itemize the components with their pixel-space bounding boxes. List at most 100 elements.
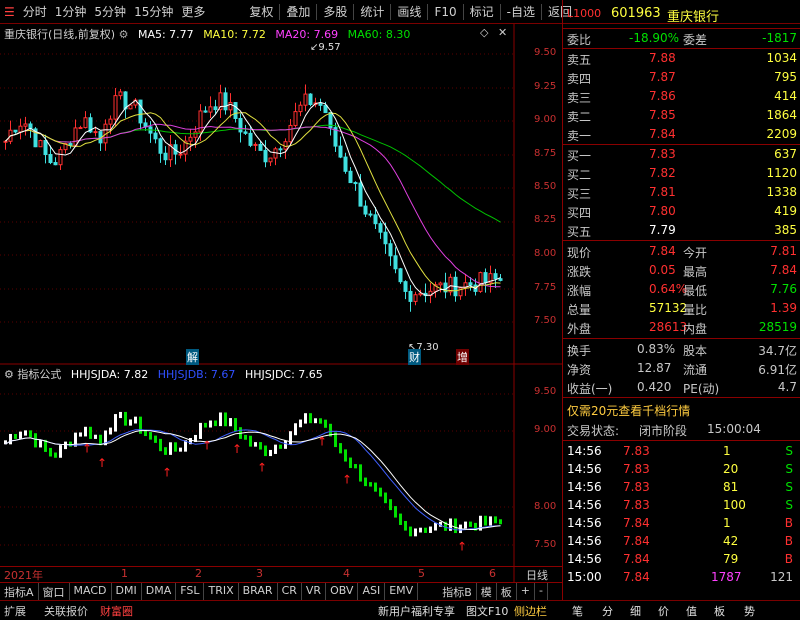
bottom-icon-fen[interactable]: 分 [602, 603, 613, 619]
stock-code: 601963 [611, 6, 661, 21]
indicator-bar [394, 506, 397, 518]
tab-spacer [418, 583, 438, 600]
candle-body [398, 268, 403, 283]
fund-row: 收益(一) 0.420 PE(动) 4.7 [563, 378, 800, 397]
tab-indicator-b[interactable]: 指标B [438, 583, 477, 600]
tab-brar[interactable]: BRAR [239, 583, 278, 600]
fund-label: PE(动) [683, 382, 720, 396]
candle-body [253, 143, 258, 146]
price-tick: 9.50 [534, 47, 557, 58]
indicator-bar [489, 516, 492, 526]
chart-option-icon[interactable]: ◇ [480, 26, 488, 39]
tab-board[interactable]: 板 [497, 583, 517, 600]
tab-obv[interactable]: OBV [326, 583, 359, 600]
bottom-bar: 扩展 关联报价 财富圈 新用户福利专享 图文F10 侧边栏 笔 分 细 价 值 … [0, 600, 800, 620]
tab-template[interactable]: 模 [477, 583, 497, 600]
expand-button[interactable]: 扩展 [4, 603, 26, 619]
bottom-icon-ban[interactable]: 板 [714, 603, 725, 619]
tab-vr[interactable]: VR [302, 583, 327, 600]
indicator-bar [454, 518, 457, 534]
sell-order-row: 卖二 7.85 1864 [563, 106, 800, 125]
indicator-bar [19, 431, 22, 439]
newuser-promo-link[interactable]: 新用户福利专享 [378, 603, 455, 619]
period-label[interactable]: 日线 [526, 567, 548, 583]
promo-text[interactable]: 仅需20元查看千档行情 [567, 402, 690, 419]
f10-button[interactable]: F10 [430, 5, 460, 19]
candle-body [113, 95, 118, 120]
stat-value: 28613 [649, 320, 688, 334]
bottom-icon-jia[interactable]: 价 [658, 603, 669, 619]
stats-button[interactable]: 统计 [356, 3, 388, 20]
candle-body [53, 162, 58, 166]
zoom-in-button[interactable]: + [517, 583, 535, 600]
menu-icon[interactable]: ☰ [0, 5, 19, 19]
candle-body [383, 231, 388, 245]
indicator-bar [309, 413, 312, 424]
indicator-bar [29, 430, 32, 438]
stat-value: 7.84 [649, 244, 676, 258]
event-marker-cai[interactable]: 财 [408, 349, 421, 365]
promo-row[interactable]: 仅需20元查看千档行情 [563, 400, 800, 419]
event-marker-zeng[interactable]: 增 [456, 349, 469, 365]
indicator-bar [199, 422, 202, 439]
tab-asi[interactable]: ASI [358, 583, 386, 600]
indicator-bar [364, 477, 367, 487]
bottom-icon-xi[interactable]: 细 [630, 603, 641, 619]
tab-15min[interactable]: 15分钟 [130, 3, 177, 20]
stat-label: 内盘 [683, 322, 708, 336]
indicator-bar [384, 492, 387, 504]
indicator-settings-icon[interactable]: ⚙ [4, 368, 14, 381]
tick-row: 14:56 7.83 1 S [563, 442, 800, 461]
tab-macd[interactable]: MACD [70, 583, 112, 600]
fund-value: 12.87 [637, 361, 672, 375]
tab-fsl[interactable]: FSL [176, 583, 205, 600]
candle-body [233, 102, 238, 119]
multi-stock-button[interactable]: 多股 [319, 3, 351, 20]
indicator-bar [259, 442, 262, 450]
event-marker-jie[interactable]: 解 [186, 349, 199, 365]
tab-more[interactable]: 更多 [177, 3, 209, 20]
indicator-bar [464, 521, 467, 529]
tick-time: 14:56 [567, 498, 602, 512]
related-quotes-button[interactable]: 关联报价 [44, 603, 88, 619]
order-price: 7.86 [649, 89, 676, 103]
tab-dma[interactable]: DMA [142, 583, 177, 600]
tab-emv[interactable]: EMV [385, 583, 419, 600]
quote-panel: L1000 601963 重庆银行 委比 -18.90% 委差 -1817 卖五… [562, 0, 800, 600]
bottom-icon-zhi[interactable]: 值 [686, 603, 697, 619]
tab-window[interactable]: 窗口 [39, 583, 70, 600]
buy-order-row: 买四 7.80 419 [563, 202, 800, 221]
f10-graphic-button[interactable]: 图文F10 [466, 603, 508, 619]
tab-5min[interactable]: 5分钟 [90, 3, 130, 20]
mark-button[interactable]: 标记 [466, 3, 498, 20]
candle-body [343, 156, 348, 172]
zoom-out-button[interactable]: - [535, 583, 548, 600]
tick-volume: 1 [723, 516, 731, 530]
tab-1min[interactable]: 1分钟 [51, 3, 91, 20]
tick-row: 15:00 7.84 1787 121 [563, 568, 800, 587]
order-label: 卖四 [567, 72, 592, 86]
tab-trix[interactable]: TRIX [204, 583, 239, 600]
wealth-circle-button[interactable]: 财富圈 [100, 603, 133, 619]
tick-volume: 1787 [711, 570, 742, 584]
kline-chart[interactable]: ↑ ↑ ↑ ↑ ↑ ↑ ↑ ↑ ↑ [0, 24, 562, 582]
remove-watchlist-button[interactable]: -自选 [503, 3, 539, 20]
bottom-icon-shi[interactable]: 势 [744, 603, 755, 619]
draw-line-button[interactable]: 画线 [393, 3, 425, 20]
candle-body [283, 141, 288, 150]
month-tick: 4 [343, 567, 350, 580]
indicator-bar [434, 522, 437, 531]
overlay-button[interactable]: 叠加 [282, 3, 314, 20]
chart-close-icon[interactable]: ✕ [498, 26, 507, 39]
fund-label: 净资 [567, 363, 592, 377]
bottom-icon-bi[interactable]: 笔 [572, 603, 583, 619]
status-value: 闭市阶段 [639, 424, 688, 438]
tab-cr[interactable]: CR [278, 583, 302, 600]
fuquan-button[interactable]: 复权 [245, 3, 277, 20]
tab-dmi[interactable]: DMI [112, 583, 142, 600]
tab-indicator-a[interactable]: 指标A [0, 583, 39, 600]
sidebar-toggle[interactable]: 侧边栏 [514, 603, 547, 619]
indicator-bar [429, 526, 432, 533]
tab-fenshi[interactable]: 分时 [19, 3, 51, 20]
settings-icon[interactable]: ⚙ [119, 28, 129, 41]
